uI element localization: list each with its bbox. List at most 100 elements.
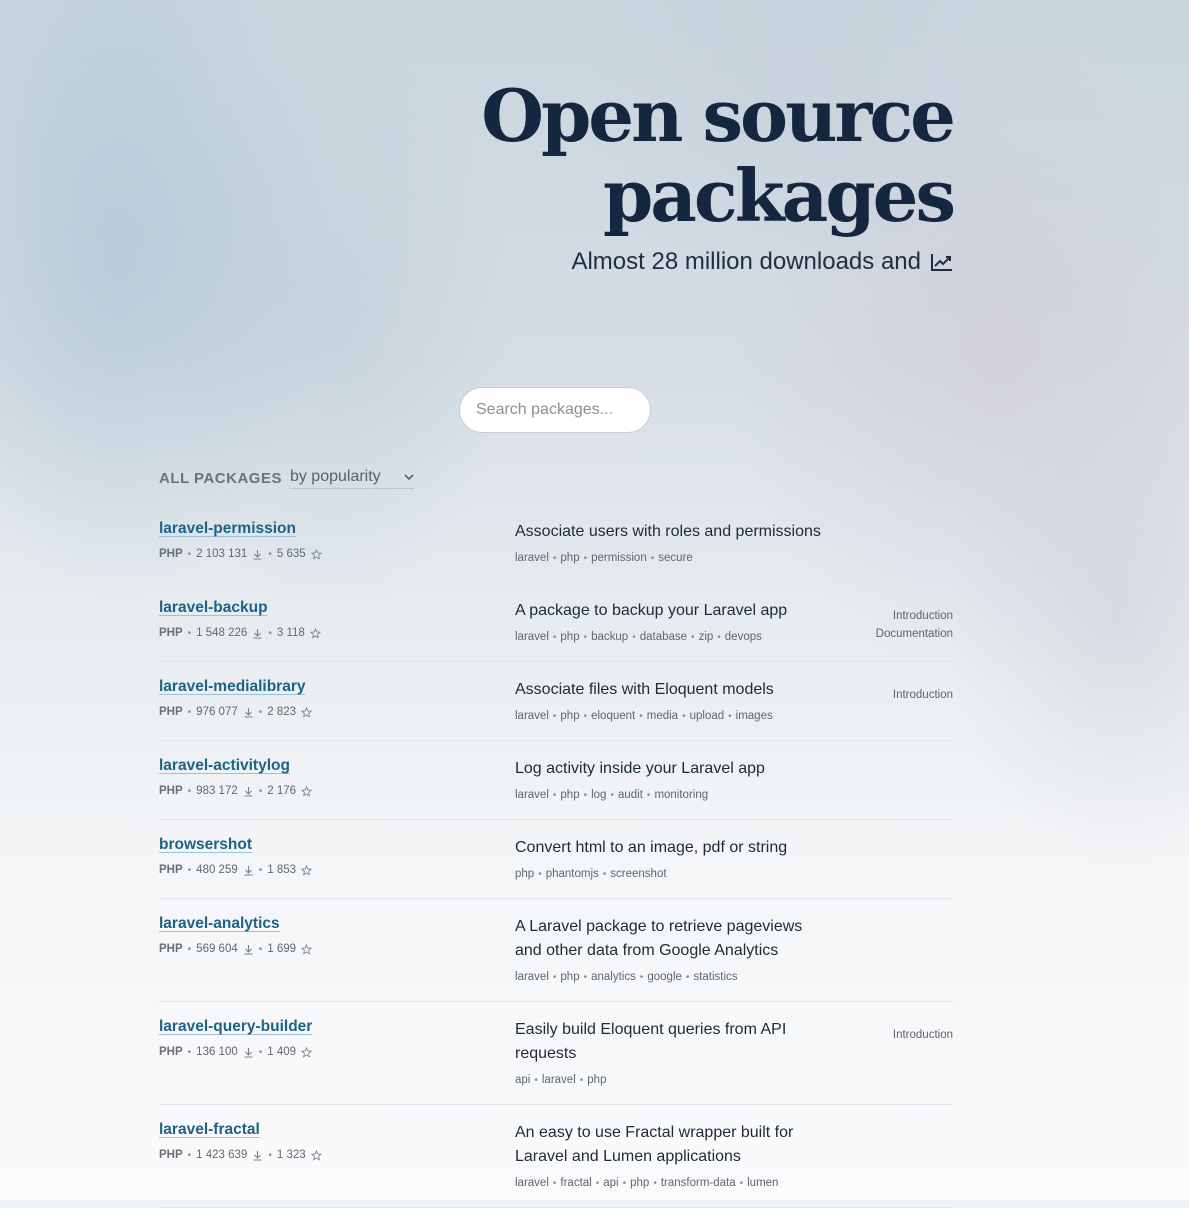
download-icon: [253, 549, 262, 560]
hero: Open source packages Almost 28 million d…: [481, 76, 956, 276]
package-tag[interactable]: laravel: [515, 971, 549, 983]
package-links: Introduction Documentation: [876, 607, 953, 643]
package-name-link[interactable]: laravel-permission: [159, 520, 296, 538]
package-details: Easily build Eloquent queries from API r…: [515, 1018, 825, 1086]
package-tag[interactable]: devops: [725, 631, 762, 643]
star-icon: [301, 706, 313, 718]
search-input[interactable]: [459, 387, 651, 433]
package-tag[interactable]: google: [647, 971, 682, 983]
package-name-link[interactable]: laravel-query-builder: [159, 1018, 312, 1036]
package-tag[interactable]: php: [560, 971, 579, 983]
package-tag[interactable]: php: [560, 710, 579, 722]
package-description: Log activity inside your Laravel app: [515, 760, 765, 777]
package-tag[interactable]: secure: [658, 552, 693, 564]
package-tag[interactable]: statistics: [693, 971, 737, 983]
package-description: Associate files with Eloquent models: [515, 681, 774, 698]
package-tag[interactable]: audit: [618, 789, 643, 801]
package-name-link[interactable]: laravel-backup: [159, 599, 268, 617]
package-tag[interactable]: laravel: [515, 789, 549, 801]
package-meta: PHP • 480 259 • 1 853: [159, 864, 499, 876]
package-details: Associate files with Eloquent models lar…: [515, 678, 825, 722]
package-link-introduction[interactable]: Introduction: [893, 1026, 953, 1044]
package-filter: ALL PACKAGES by popularity: [159, 468, 414, 489]
tag-separator: •: [552, 631, 557, 643]
package-tag[interactable]: screenshot: [610, 868, 666, 880]
download-icon: [244, 1047, 253, 1058]
package-tag[interactable]: php: [587, 1074, 606, 1086]
package-tag[interactable]: api: [515, 1074, 530, 1086]
star-icon: [309, 627, 321, 639]
star-icon: [310, 1149, 322, 1161]
package-tag[interactable]: zip: [699, 631, 714, 643]
package-tag[interactable]: php: [560, 552, 579, 564]
package-details: Log activity inside your Laravel app lar…: [515, 757, 825, 801]
tag-separator: •: [583, 971, 588, 983]
package-link-documentation[interactable]: Documentation: [876, 625, 953, 643]
package-tag[interactable]: laravel: [542, 1074, 576, 1086]
package-tag[interactable]: php: [630, 1177, 649, 1189]
package-link-introduction[interactable]: Introduction: [876, 607, 953, 625]
package-stars: 1 323: [276, 1149, 306, 1161]
package-tag[interactable]: laravel: [515, 552, 549, 564]
package-tag[interactable]: monitoring: [654, 789, 708, 801]
tag-separator: •: [682, 710, 686, 722]
package-tags: laravel • php • eloquent • media • upload • images: [515, 710, 825, 722]
meta-separator: •: [187, 785, 192, 797]
download-icon: [253, 628, 262, 639]
all-packages-label: ALL PACKAGES: [159, 470, 282, 487]
package-link-introduction[interactable]: Introduction: [893, 686, 953, 704]
package-description: Convert html to an image, pdf or string: [515, 839, 788, 856]
package-tag[interactable]: media: [647, 710, 678, 722]
package-row: laravel-activitylog PHP • 983 172 • 2 17…: [159, 741, 953, 820]
package-tag[interactable]: eloquent: [591, 710, 635, 722]
package-tag[interactable]: database: [640, 631, 687, 643]
package-tag[interactable]: laravel: [515, 710, 549, 722]
package-info: laravel-analytics PHP • 569 604 • 1 699: [159, 915, 499, 955]
package-name-link[interactable]: laravel-analytics: [159, 915, 280, 933]
package-name-link[interactable]: browsershot: [159, 836, 252, 854]
package-tag[interactable]: laravel: [515, 631, 549, 643]
package-downloads: 1 423 639: [196, 1149, 248, 1161]
package-tag[interactable]: upload: [690, 710, 725, 722]
meta-separator: •: [187, 548, 192, 560]
page-title: Open source packages: [481, 76, 956, 238]
package-stars: 2 823: [267, 706, 297, 718]
package-tag[interactable]: permission: [591, 552, 647, 564]
meta-separator: •: [187, 1149, 192, 1161]
package-tag[interactable]: transform-data: [661, 1177, 736, 1189]
package-tag[interactable]: laravel: [515, 1177, 549, 1189]
tag-separator: •: [739, 1177, 744, 1189]
package-tag[interactable]: images: [736, 710, 773, 722]
package-tag[interactable]: backup: [591, 631, 628, 643]
package-name-link[interactable]: laravel-activitylog: [159, 757, 290, 775]
package-tag[interactable]: api: [603, 1177, 618, 1189]
package-tag[interactable]: php: [560, 789, 579, 801]
package-list: laravel-permission PHP • 2 103 131 • 5 6…: [159, 504, 953, 1208]
package-links: Introduction: [893, 1026, 953, 1044]
package-info: browsershot PHP • 480 259 • 1 853: [159, 836, 499, 876]
package-tag[interactable]: lumen: [747, 1177, 778, 1189]
package-name-link[interactable]: laravel-fractal: [159, 1121, 260, 1139]
package-tag[interactable]: phantomjs: [546, 868, 599, 880]
package-tag[interactable]: php: [560, 631, 579, 643]
tag-separator: •: [691, 631, 695, 643]
package-downloads: 569 604: [196, 943, 238, 955]
package-tag[interactable]: php: [515, 868, 534, 880]
package-details: Convert html to an image, pdf or string …: [515, 836, 825, 880]
package-tag[interactable]: fractal: [560, 1177, 591, 1189]
package-tag[interactable]: analytics: [591, 971, 636, 983]
star-icon: [301, 864, 313, 876]
package-description: A package to backup your Laravel app: [515, 602, 788, 619]
package-name-link[interactable]: laravel-medialibrary: [159, 678, 305, 696]
tag-separator: •: [632, 631, 636, 643]
page-title-line2: packages: [602, 153, 956, 238]
package-description: An easy to use Fractal wrapper built for…: [515, 1124, 794, 1165]
package-tags: laravel • php • permission • secure: [515, 552, 825, 564]
sort-select[interactable]: by popularity: [289, 468, 414, 489]
trending-up-icon: [931, 254, 952, 271]
package-details: An easy to use Fractal wrapper built for…: [515, 1121, 825, 1189]
tag-separator: •: [534, 1074, 538, 1086]
meta-separator: •: [187, 864, 192, 876]
package-downloads: 2 103 131: [196, 548, 248, 560]
package-tag[interactable]: log: [591, 789, 606, 801]
